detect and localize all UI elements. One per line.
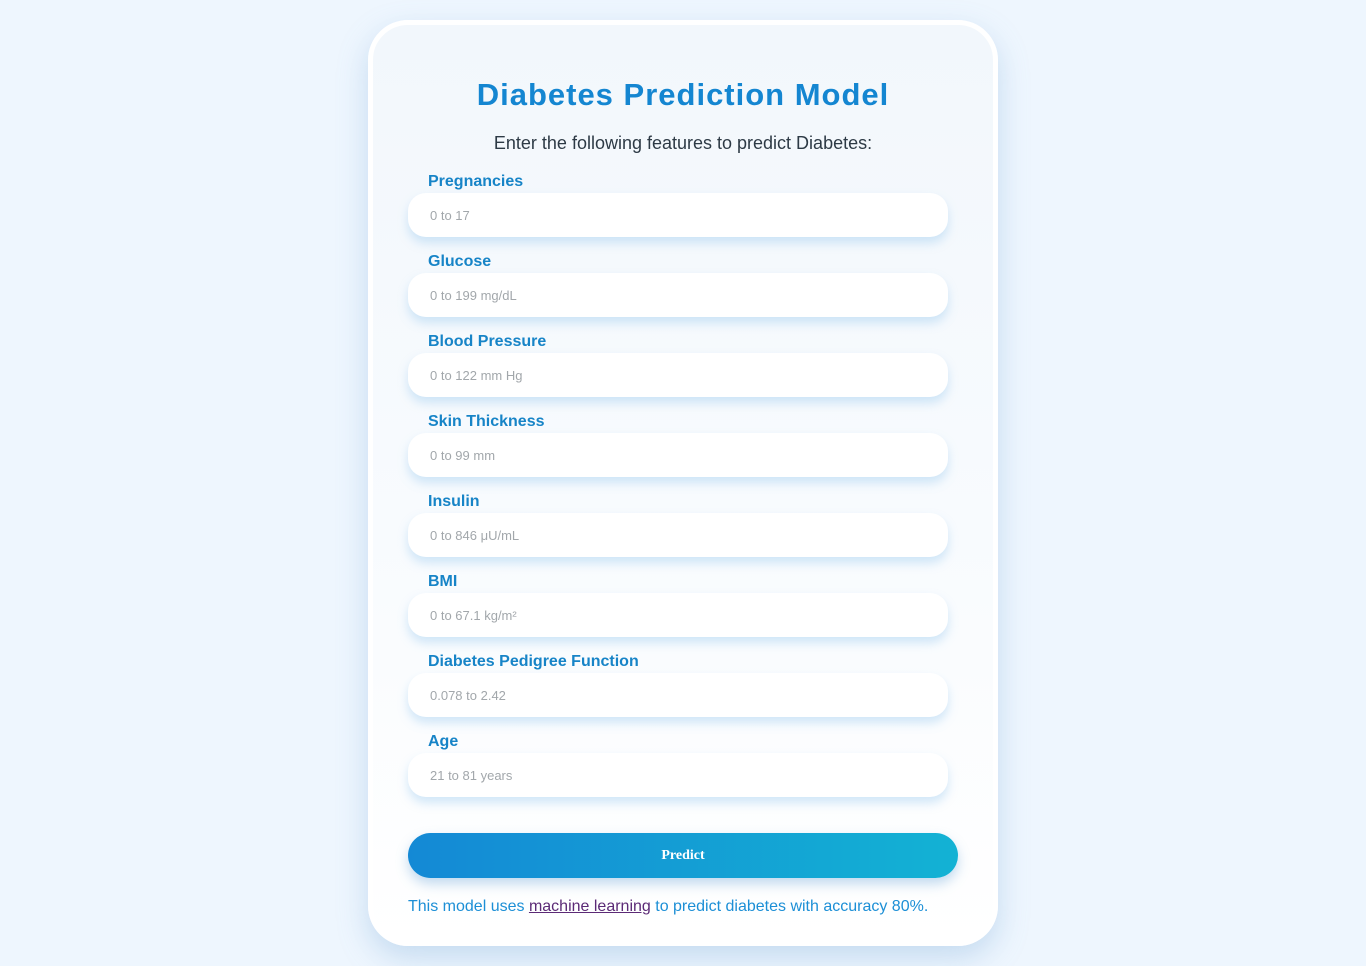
- field-label-glucose: Glucose: [428, 253, 492, 270]
- field-pregnancies: Pregnancies: [408, 173, 948, 245]
- page-title: Diabetes Prediction Model: [476, 77, 890, 112]
- predict-button[interactable]: Predict: [408, 833, 958, 878]
- field-age: Age: [408, 733, 948, 805]
- field-label-bmi: BMI: [428, 573, 458, 590]
- field-label-pregnancies: Pregnancies: [428, 173, 524, 190]
- glucose-input[interactable]: [408, 273, 948, 317]
- insulin-input[interactable]: [408, 513, 948, 557]
- field-glucose: Glucose: [408, 253, 948, 325]
- footer-suffix: to predict diabetes with accuracy 80%.: [650, 898, 929, 915]
- field-label-diabetes-pedigree-function: Diabetes Pedigree Function: [428, 653, 639, 670]
- blood-pressure-input[interactable]: [408, 353, 948, 397]
- field-label-insulin: Insulin: [428, 493, 480, 510]
- prediction-card: Diabetes Prediction Model Enter the foll…: [368, 20, 998, 946]
- field-label-blood-pressure: Blood Pressure: [428, 333, 547, 350]
- field-label-age: Age: [428, 733, 459, 750]
- footer-note: This model uses machine learning to pred…: [408, 898, 968, 916]
- age-input[interactable]: [408, 753, 948, 797]
- field-skin-thickness: Skin Thickness: [408, 413, 948, 485]
- footer-prefix: This model uses: [408, 898, 529, 915]
- field-diabetes-pedigree-function: Diabetes Pedigree Function: [408, 653, 948, 725]
- diabetes-pedigree-function-input[interactable]: [408, 673, 948, 717]
- field-blood-pressure: Blood Pressure: [408, 333, 948, 405]
- machine-learning-link[interactable]: machine learning: [529, 898, 651, 915]
- field-insulin: Insulin: [408, 493, 948, 565]
- page-subtitle: Enter the following features to predict …: [493, 133, 873, 153]
- field-bmi: BMI: [408, 573, 948, 645]
- pregnancies-input[interactable]: [408, 193, 948, 237]
- field-label-skin-thickness: Skin Thickness: [428, 413, 545, 430]
- bmi-input[interactable]: [408, 593, 948, 637]
- skin-thickness-input[interactable]: [408, 433, 948, 477]
